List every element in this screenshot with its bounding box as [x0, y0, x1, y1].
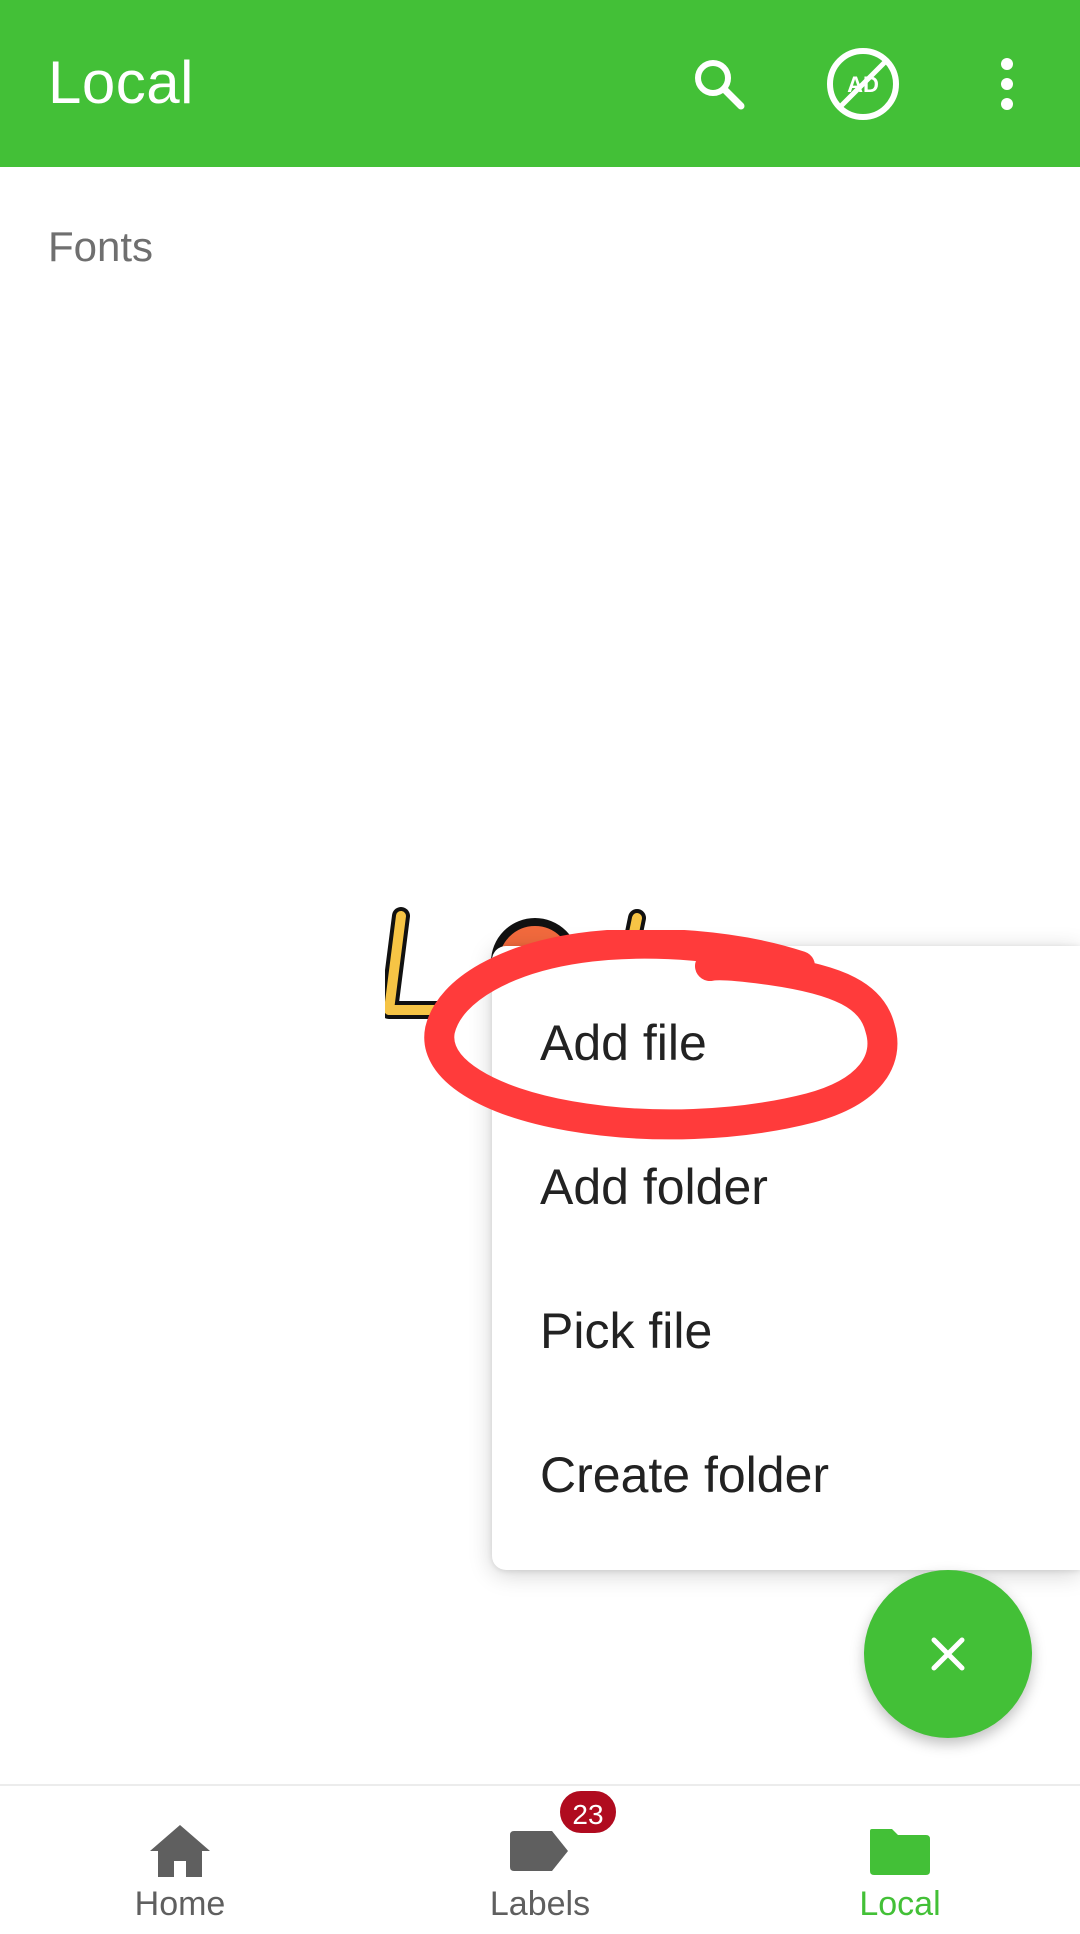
- labels-count-badge: 23: [557, 1788, 619, 1836]
- close-icon: [931, 1637, 965, 1671]
- nav-item-local[interactable]: Local: [720, 1786, 1080, 1934]
- close-fab-button[interactable]: [864, 1570, 1032, 1738]
- home-icon: [150, 1825, 210, 1877]
- search-button[interactable]: [675, 40, 763, 128]
- app-bar: Local AD: [0, 0, 1080, 167]
- bottom-navigation: Home 23 Labels Local: [0, 1784, 1080, 1934]
- page-title: Local: [48, 49, 194, 116]
- menu-item-add-file[interactable]: Add file: [540, 1003, 707, 1083]
- breadcrumb[interactable]: Fonts: [48, 222, 153, 272]
- menu-item-add-folder[interactable]: Add folder: [540, 1147, 768, 1227]
- menu-item-pick-file[interactable]: Pick file: [540, 1291, 712, 1371]
- svg-text:AD: AD: [847, 72, 879, 97]
- menu-item-create-folder[interactable]: Create folder: [540, 1435, 829, 1515]
- nav-label-local: Local: [859, 1885, 941, 1923]
- remove-ads-button[interactable]: AD: [819, 40, 907, 128]
- search-icon: [695, 60, 745, 110]
- folder-icon: [870, 1829, 930, 1875]
- label-icon: [510, 1831, 568, 1871]
- nav-label-labels: Labels: [489, 1885, 591, 1923]
- nav-item-labels[interactable]: 23 Labels: [360, 1786, 720, 1934]
- no-ads-icon: AD: [827, 48, 899, 120]
- nav-label-home: Home: [134, 1885, 226, 1923]
- nav-item-home[interactable]: Home: [0, 1786, 360, 1934]
- more-options-button[interactable]: [963, 40, 1051, 128]
- more-vert-icon: [1001, 58, 1013, 110]
